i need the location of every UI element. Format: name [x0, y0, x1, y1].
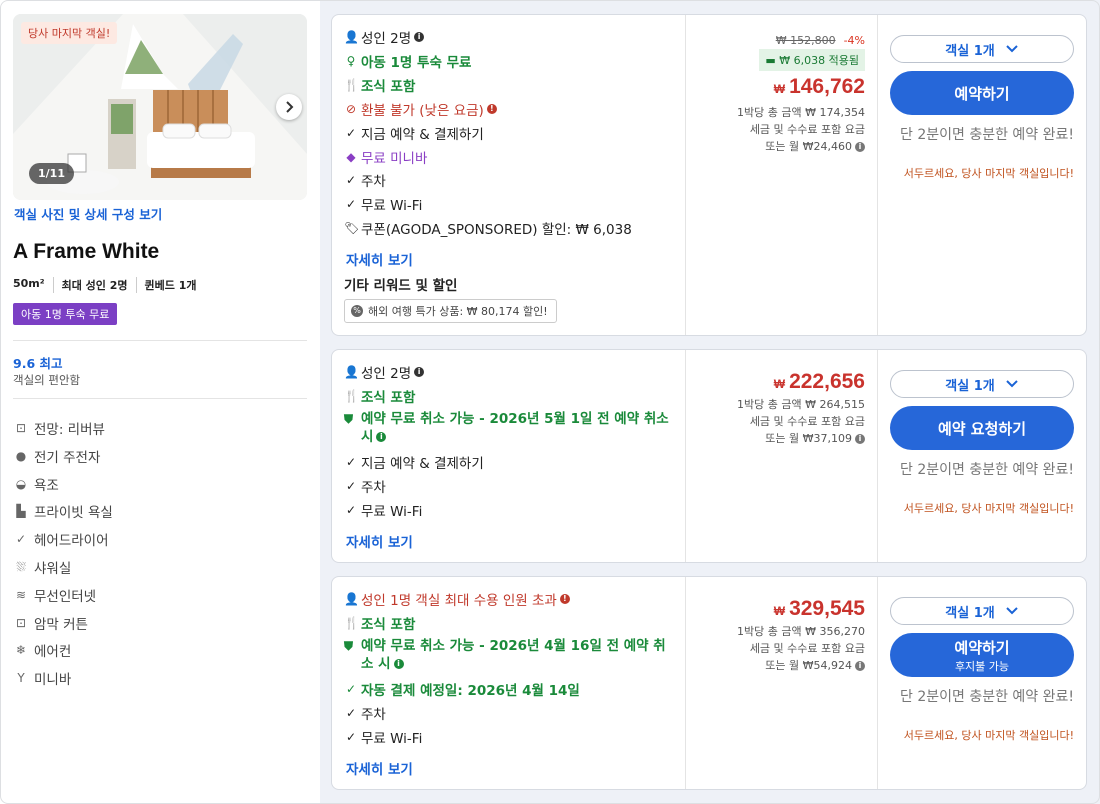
container-border — [0, 0, 1100, 804]
